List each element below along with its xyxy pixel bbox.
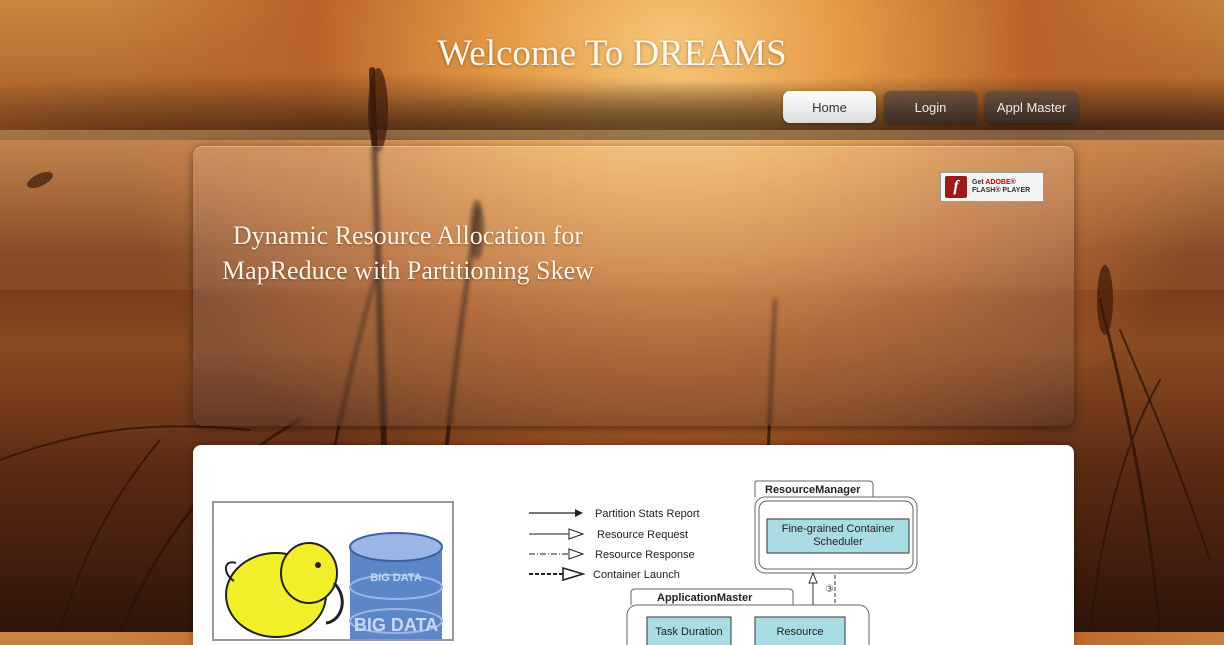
main-nav: Home Login Appl Master <box>783 91 1078 123</box>
hadoop-elephant-icon <box>225 542 344 638</box>
flash-badge-player: FLASH® PLAYER <box>972 187 1031 194</box>
architecture-diagram: Partition Stats Report Resource Request … <box>529 480 918 645</box>
application-master-title: ApplicationMaster <box>657 592 753 604</box>
svg-text:Resource: Resource <box>776 626 823 638</box>
nav-login-button[interactable]: Login <box>884 91 977 123</box>
svg-text:Fine-grained Container: Fine-grained Container <box>782 523 895 535</box>
content-panel: BIG DATA BIG DATA Partition Stats Report… <box>193 445 1074 645</box>
nav-appl-master-button[interactable]: Appl Master <box>985 91 1078 123</box>
svg-text:Task Duration: Task Duration <box>655 626 722 638</box>
flash-logo-icon: f <box>945 176 967 198</box>
application-master-box: ApplicationMaster Task Duration Resource <box>626 588 870 645</box>
resource-manager-title: ResourceManager <box>765 484 861 496</box>
site-title: Welcome To DREAMS <box>437 33 787 74</box>
flash-badge-text: Get ADOBE® FLASH® PLAYER <box>972 179 1030 195</box>
diagram-legend: Partition Stats Report Resource Request … <box>529 508 700 582</box>
legend-partition-stats: Partition Stats Report <box>595 508 700 520</box>
hero-banner: Dynamic Resource Allocation for MapReduc… <box>193 146 1074 426</box>
banner-title: Dynamic Resource Allocation for MapReduc… <box>222 221 594 285</box>
legend-container-launch: Container Launch <box>593 569 680 581</box>
legend-resource-response: Resource Response <box>595 549 695 561</box>
flash-badge-adobe: ADOBE® <box>985 179 1016 186</box>
svg-text:③: ③ <box>825 584 834 595</box>
svg-text:Scheduler: Scheduler <box>813 536 863 548</box>
svg-text:BIG DATA: BIG DATA <box>354 615 438 635</box>
svg-text:BIG DATA: BIG DATA <box>370 572 422 584</box>
flash-badge-get: Get <box>972 179 986 186</box>
legend-resource-request: Resource Request <box>597 529 688 541</box>
get-flash-player-badge[interactable]: f Get ADOBE® FLASH® PLAYER <box>940 172 1044 202</box>
hadoop-big-data-image: BIG DATA BIG DATA <box>212 501 454 641</box>
nav-home-button[interactable]: Home <box>783 91 876 123</box>
big-data-database-icon: BIG DATA BIG DATA <box>349 532 443 639</box>
resource-manager-box: ResourceManager Fine-grained Container S… <box>754 480 918 574</box>
